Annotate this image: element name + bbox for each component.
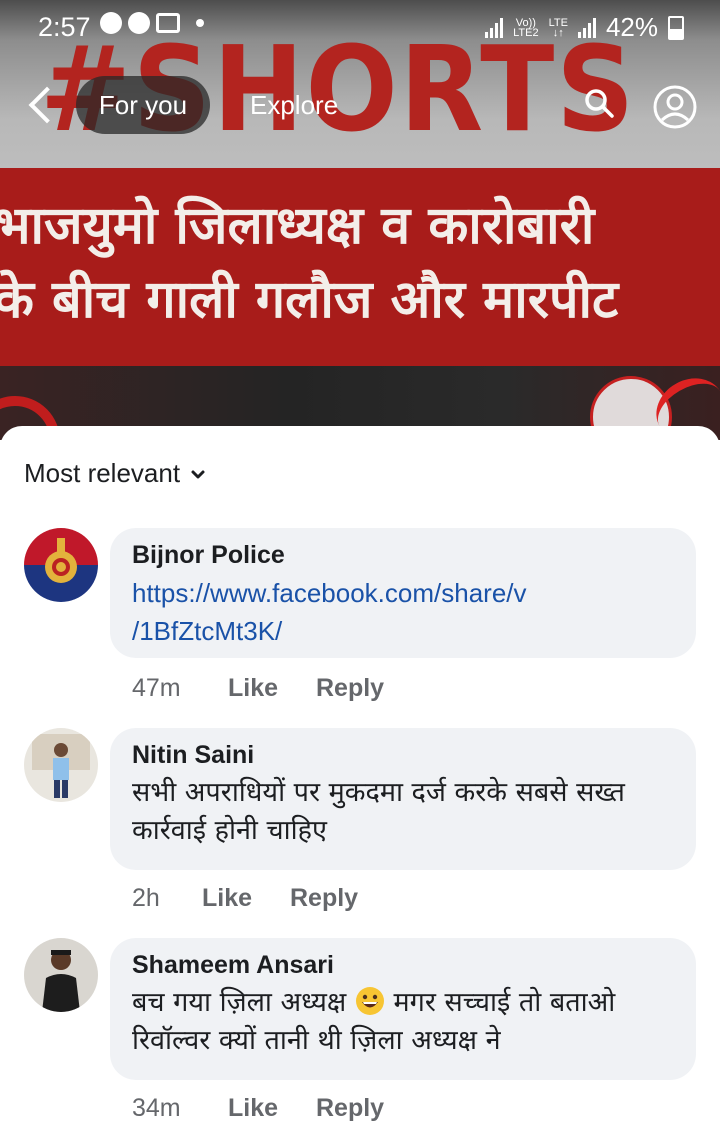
video-headline-line1: भाजयुमो जिलाध्यक्ष व कारोबारी bbox=[0, 196, 595, 256]
comment-bubble: Shameem Ansari बच गया ज़िला अध्यक्ष मगर … bbox=[110, 938, 696, 1080]
comments-sheet: Most relevant Bijnor Police https://www.… bbox=[0, 426, 720, 1148]
profile-icon[interactable] bbox=[652, 84, 698, 130]
comment-time: 47m bbox=[132, 674, 181, 702]
message-icon bbox=[100, 12, 122, 34]
comment-text-line1: सभी अपराधियों पर मुकदमा दर्ज करके सबसे स… bbox=[132, 777, 625, 808]
battery-icon bbox=[668, 15, 684, 40]
tab-for-you[interactable]: For you bbox=[76, 76, 210, 134]
comment-text-part1: बच गया ज़िला अध्यक्ष bbox=[132, 987, 347, 1018]
grinning-face-emoji-icon bbox=[355, 987, 384, 1015]
tab-explore[interactable]: Explore bbox=[250, 90, 338, 121]
status-bar: 2:57 Vo)) LTE2 LTE ↓↑ 42% bbox=[0, 0, 720, 54]
comment-time: 34m bbox=[132, 1094, 181, 1122]
notification-icons bbox=[100, 12, 204, 34]
whatsapp-icon bbox=[128, 12, 150, 34]
comment-time: 2h bbox=[132, 884, 160, 912]
comment-text-part2: मगर सच्चाई तो बताओ bbox=[393, 987, 616, 1018]
battery-percent: 42% bbox=[605, 12, 658, 42]
status-time: 2:57 bbox=[38, 12, 91, 42]
comment-bubble: Bijnor Police https://www.facebook.com/s… bbox=[110, 528, 696, 658]
lte-icon: LTE ↓↑ bbox=[548, 16, 568, 39]
signal-1-icon bbox=[485, 17, 504, 38]
search-icon[interactable] bbox=[584, 88, 614, 118]
video-headline-line2: के बीच गाली गलौज और मारपीट bbox=[0, 270, 619, 330]
comment-meta: 2h Like Reply bbox=[132, 884, 358, 913]
chevron-down-icon bbox=[191, 470, 205, 478]
comment-text-line2: रिवॉल्वर क्यों तानी थी ज़िला अध्यक्ष ने bbox=[132, 1025, 501, 1056]
comment-link-line1[interactable]: https://www.facebook.com/share/v bbox=[132, 574, 674, 612]
like-button[interactable]: Like bbox=[228, 1094, 316, 1123]
comment-link-line2[interactable]: /1BfZtcMt3K/ bbox=[132, 612, 674, 650]
comment-text: सभी अपराधियों पर मुकदमा दर्ज करके सबसे स… bbox=[132, 774, 674, 850]
comment-meta: 34m Like Reply bbox=[132, 1094, 384, 1123]
like-button[interactable]: Like bbox=[202, 884, 290, 913]
comment-author[interactable]: Bijnor Police bbox=[132, 540, 674, 570]
comment-link[interactable]: https://www.facebook.com/share/v /1BfZtc… bbox=[132, 574, 674, 650]
comment-text: बच गया ज़िला अध्यक्ष मगर सच्चाई तो बताओ … bbox=[132, 984, 674, 1060]
status-right-icons: Vo)) LTE2 LTE ↓↑ 42% bbox=[485, 12, 684, 43]
comment-text-line2: कार्रवाई होनी चाहिए bbox=[132, 815, 327, 846]
more-notifications-dot-icon bbox=[196, 19, 204, 27]
reply-button[interactable]: Reply bbox=[290, 884, 358, 913]
reply-button[interactable]: Reply bbox=[316, 674, 384, 703]
avatar[interactable] bbox=[24, 728, 98, 802]
avatar[interactable] bbox=[24, 528, 98, 602]
comment-bubble: Nitin Saini सभी अपराधियों पर मुकदमा दर्ज… bbox=[110, 728, 696, 870]
sort-label: Most relevant bbox=[24, 458, 181, 488]
comment-author[interactable]: Shameem Ansari bbox=[132, 950, 674, 980]
comment-author[interactable]: Nitin Saini bbox=[132, 740, 674, 770]
reply-button[interactable]: Reply bbox=[316, 1094, 384, 1123]
comment-meta: 47m Like Reply bbox=[132, 674, 384, 703]
avatar[interactable] bbox=[24, 938, 98, 1012]
gallery-icon bbox=[156, 13, 180, 33]
volte-icon: Vo)) LTE2 bbox=[513, 16, 539, 39]
like-button[interactable]: Like bbox=[228, 674, 316, 703]
signal-2-icon bbox=[577, 17, 596, 38]
video-player[interactable]: #SHORTS भाजयुमो जिलाध्यक्ष व कारोबारी के… bbox=[0, 0, 720, 440]
sort-dropdown[interactable]: Most relevant bbox=[24, 458, 206, 489]
comment-text-line1: बच गया ज़िला अध्यक्ष मगर सच्चाई तो बताओ bbox=[132, 984, 674, 1022]
